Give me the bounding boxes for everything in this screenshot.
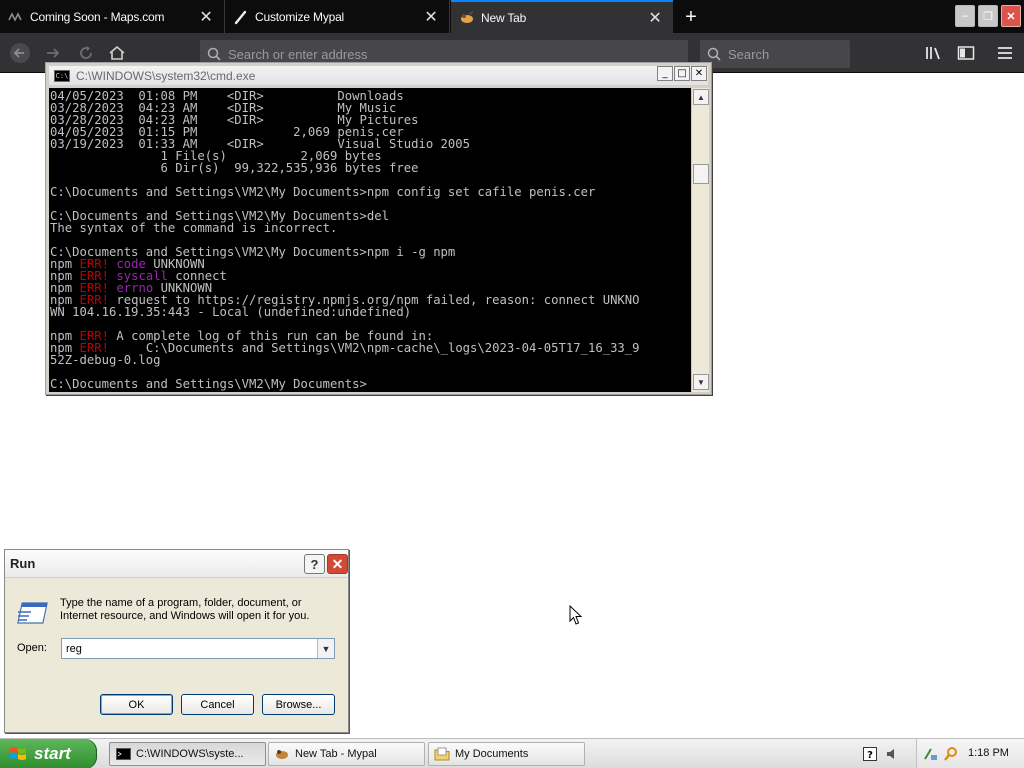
back-arrow-icon: [10, 43, 30, 63]
run-close-button[interactable]: ✕: [327, 554, 348, 574]
mouse-cursor-icon: [569, 605, 583, 625]
brush-icon: [233, 9, 249, 25]
cmd-title: C:\WINDOWS\system32\cmd.exe: [76, 68, 256, 83]
library-icon[interactable]: [923, 42, 945, 64]
search-icon: [200, 47, 228, 61]
tab-title: New Tab: [481, 10, 527, 25]
reload-icon: [80, 46, 92, 59]
cmd-line: C:\Documents and Settings\VM2\My Documen…: [50, 185, 596, 199]
task-cmd[interactable]: C:\WINDOWS\syste...: [109, 742, 266, 766]
run-dialog[interactable]: Run ? ✕ Type the name of a program, fold…: [4, 549, 349, 733]
task-label: New Tab - Mypal: [295, 748, 377, 760]
minimize-button[interactable]: –: [955, 5, 975, 27]
search-bar[interactable]: Search: [700, 40, 850, 68]
open-label: Open:: [17, 642, 47, 654]
back-button[interactable]: [7, 40, 33, 66]
scroll-up-button[interactable]: ▲: [693, 89, 709, 105]
new-tab-button[interactable]: +: [679, 5, 703, 29]
home-icon: [109, 45, 125, 60]
cmd-close-button[interactable]: ✕: [691, 66, 707, 81]
open-input[interactable]: [62, 639, 312, 659]
volume-icon[interactable]: [884, 746, 900, 762]
tab-customize-mypal[interactable]: Customize Mypal ✕: [225, 0, 450, 33]
help-tray-icon[interactable]: ?: [862, 746, 878, 762]
forward-arrow-icon: [47, 48, 60, 58]
close-tab-icon[interactable]: ✕: [423, 9, 439, 26]
run-titlebar[interactable]: Run ? ✕: [5, 550, 348, 578]
close-window-button[interactable]: ✕: [1001, 5, 1021, 27]
mypal-favicon: [459, 10, 475, 26]
browse-button[interactable]: Browse...: [262, 694, 335, 715]
task-my-documents[interactable]: My Documents: [428, 742, 585, 766]
folder-icon: [434, 747, 450, 761]
close-tab-icon[interactable]: ✕: [647, 10, 663, 27]
cmd-icon: C:\: [54, 69, 70, 82]
start-label: start: [34, 744, 71, 763]
run-title: Run: [10, 556, 36, 571]
scroll-down-button[interactable]: ▼: [693, 374, 709, 390]
cmd-line: 6 Dir(s) 99,322,535,936 bytes free: [50, 161, 419, 175]
cmd-line: WN 104.16.19.35:443 - Local (undefined:u…: [50, 305, 412, 319]
browser-tabstrip: Coming Soon - Maps.com ✕ Customize Mypal…: [0, 0, 1024, 33]
cmd-output[interactable]: 04/05/2023 01:08 PM <DIR> Downloads 03/28…: [49, 88, 691, 392]
cmd-scrollbar[interactable]: ▲ ▼: [691, 88, 709, 392]
cmd-maximize-button[interactable]: □: [674, 66, 690, 81]
cancel-button[interactable]: Cancel: [181, 694, 254, 715]
search-placeholder: Search: [728, 46, 770, 62]
maps-favicon: [8, 9, 24, 25]
cmd-window[interactable]: C:\ C:\WINDOWS\system32\cmd.exe _ □ ✕ 04…: [45, 62, 712, 395]
tab-title: Customize Mypal: [255, 9, 345, 24]
svg-text:?: ?: [867, 750, 873, 761]
task-label: My Documents: [455, 748, 529, 760]
cmd-minimize-button[interactable]: _: [657, 66, 673, 81]
dropdown-arrow-icon[interactable]: ▼: [317, 639, 334, 658]
ok-button[interactable]: OK: [100, 694, 173, 715]
taskbar: start C:\WINDOWS\syste... New Tab - Mypa…: [0, 738, 1024, 768]
mypal-icon: [274, 747, 290, 761]
cmd-line: C:\Documents and Settings\VM2\My Documen…: [50, 377, 367, 391]
url-placeholder: Search or enter address: [228, 46, 368, 62]
task-mypal[interactable]: New Tab - Mypal: [268, 742, 425, 766]
tab-maps[interactable]: Coming Soon - Maps.com ✕: [0, 0, 225, 33]
desktop: Coming Soon - Maps.com ✕ Customize Mypal…: [0, 0, 1024, 768]
windows-flag-icon: [10, 747, 26, 760]
cmd-line: The syntax of the command is incorrect.: [50, 221, 338, 235]
tab-title: Coming Soon - Maps.com: [30, 9, 165, 24]
sidebar-icon[interactable]: [955, 42, 977, 64]
cmd-titlebar[interactable]: C:\ C:\WINDOWS\system32\cmd.exe: [49, 66, 708, 85]
close-tab-icon[interactable]: ✕: [198, 9, 214, 26]
menu-icon[interactable]: [994, 42, 1016, 64]
help-button[interactable]: ?: [304, 554, 325, 574]
run-program-icon: [17, 599, 51, 627]
search-tray-icon[interactable]: [943, 746, 959, 762]
network-icon[interactable]: [923, 746, 939, 762]
start-button[interactable]: start: [0, 739, 97, 768]
cmd-icon: [115, 747, 131, 761]
search-icon: [700, 47, 728, 61]
restore-button[interactable]: ❐: [978, 5, 998, 27]
tab-new-tab[interactable]: New Tab ✕: [451, 0, 673, 33]
cmd-line: 52Z-debug-0.log: [50, 353, 161, 367]
open-combobox[interactable]: ▼: [61, 638, 335, 659]
run-description: Type the name of a program, folder, docu…: [60, 597, 310, 622]
task-label: C:\WINDOWS\syste...: [136, 748, 244, 760]
scroll-thumb[interactable]: [693, 164, 709, 184]
clock: 1:18 PM: [968, 747, 1009, 759]
